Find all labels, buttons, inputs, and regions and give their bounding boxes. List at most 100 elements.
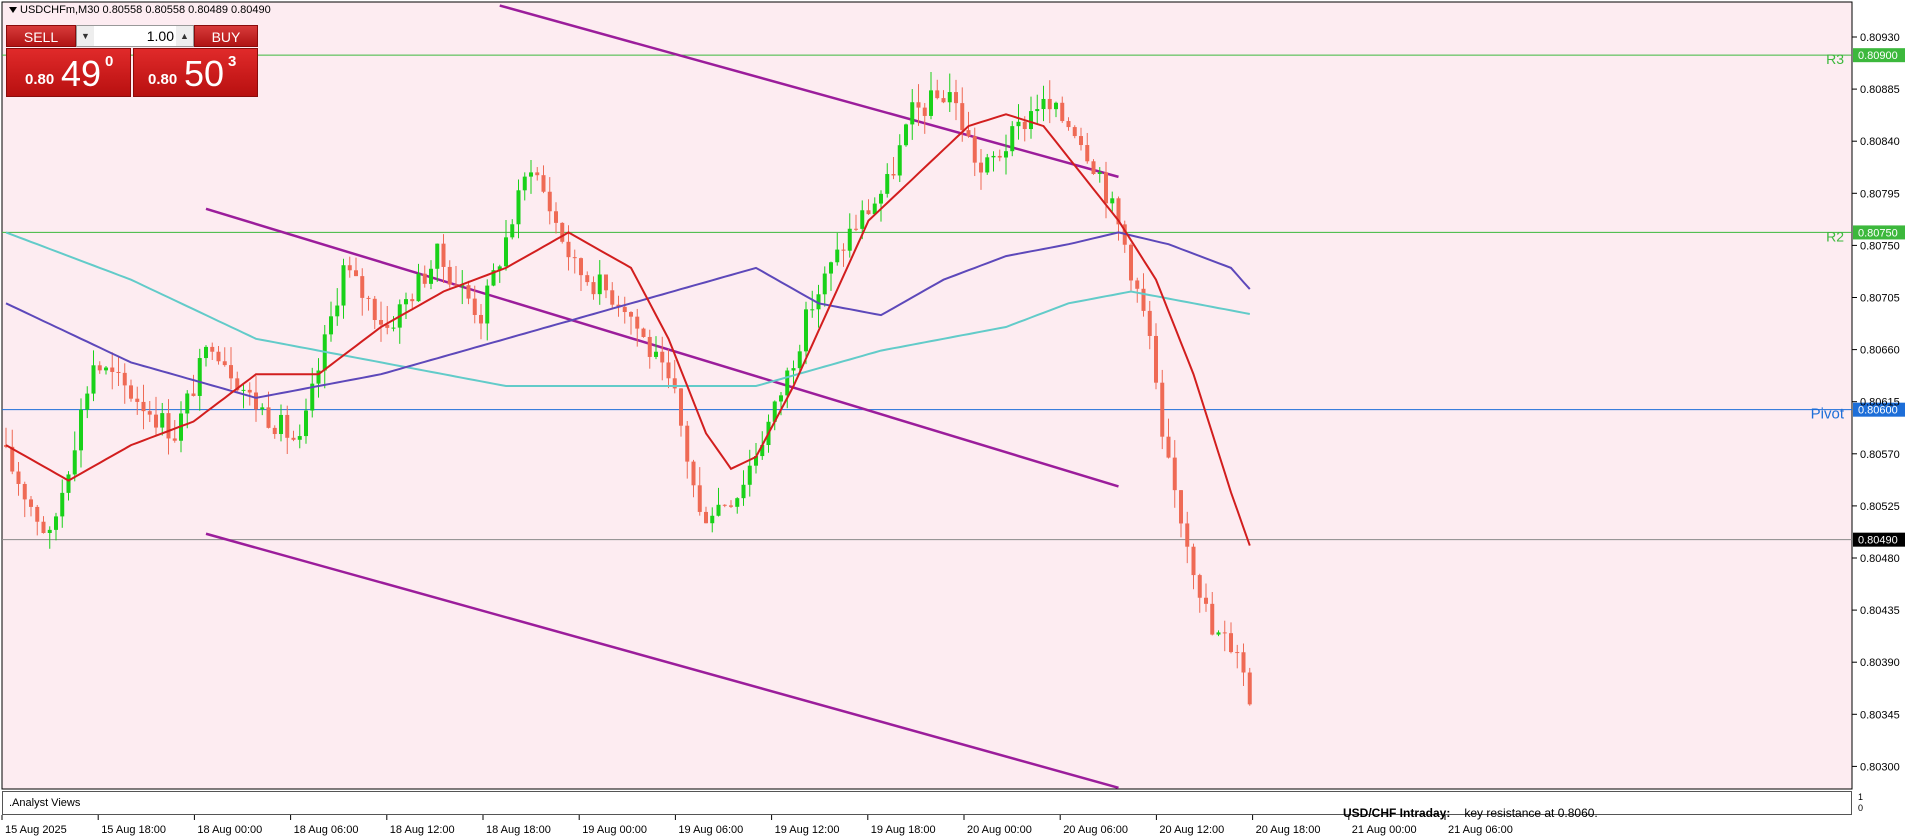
bear-candle (266, 407, 271, 428)
x-tick-label: 18 Aug 18:00 (486, 824, 551, 836)
bull-candle (829, 262, 833, 274)
bull-candle (1010, 126, 1015, 152)
symbol-triangle-icon (9, 7, 17, 14)
bear-candle (147, 411, 152, 415)
bear-candle (354, 270, 358, 277)
x-tick-label: 19 Aug 00:00 (582, 824, 647, 836)
bull-candle (185, 393, 190, 414)
bull-candle (297, 436, 302, 440)
bear-candle (97, 365, 102, 371)
bull-candle (104, 367, 108, 371)
level-price-label-r3: 0.80900 (1858, 50, 1898, 62)
chart-window[interactable]: 0.80900 0.80750 0.80600 0.80490 0.80930 0.808… (0, 0, 1916, 840)
bear-candle (129, 385, 133, 399)
bull-candle (904, 124, 908, 146)
bear-candle (641, 328, 646, 337)
bear-candle (247, 389, 252, 393)
bear-candle (1022, 121, 1027, 130)
x-tick-label: 19 Aug 06:00 (678, 824, 743, 836)
bull-candle (510, 224, 515, 238)
bull-candle (66, 474, 71, 493)
bear-candle (866, 210, 871, 215)
x-tick-label: 20 Aug 06:00 (1063, 824, 1128, 836)
x-tick-label: 21 Aug 00:00 (1352, 824, 1417, 836)
bear-candle (422, 273, 427, 284)
bull-candle (279, 414, 283, 435)
sell-button[interactable]: SELL (6, 25, 76, 47)
open-price: 0.80558 (102, 4, 143, 16)
bear-candle (560, 222, 565, 242)
bull-candle (91, 365, 96, 394)
price-chart[interactable]: 0.809000.807500.806000.804900.809300.808… (0, 0, 1916, 840)
indicator-subwindow[interactable]: .Analyst Views USD/CHF Intraday: key resi… (2, 791, 1852, 820)
bear-candle (922, 107, 927, 116)
sell-price-box[interactable]: 0.80 49 0 (6, 48, 131, 97)
ticker-title: USD/CHF Intraday: (1343, 806, 1451, 820)
y-tick-label: 0.80435 (1860, 605, 1900, 617)
level-name-r3: R3 (1826, 51, 1844, 67)
bull-candle (835, 249, 840, 263)
bear-candle (722, 504, 727, 506)
symbol-info-bar: USDCHFm,M30 0.80558 0.80558 0.80489 0.80… (9, 4, 271, 16)
bear-candle (1197, 575, 1202, 598)
lot-increase-icon[interactable]: ▲ (176, 26, 193, 46)
bear-candle (972, 136, 977, 163)
bear-candle (629, 312, 633, 317)
bear-candle (666, 362, 671, 379)
bull-candle (860, 210, 865, 229)
buy-button[interactable]: BUY (194, 25, 258, 47)
bull-candle (329, 316, 333, 335)
bull-candle (779, 395, 783, 402)
y-tick-label: 0.80615 (1860, 397, 1900, 409)
y-tick-label: 0.80570 (1860, 449, 1900, 461)
bear-candle (979, 162, 983, 173)
bear-candle (410, 299, 415, 302)
bear-candle (1047, 98, 1052, 110)
bear-candle (35, 506, 40, 522)
bull-candle (929, 90, 933, 116)
bull-candle (54, 516, 58, 530)
y-tick-label: 0.80480 (1860, 553, 1900, 565)
bear-candle (360, 276, 365, 298)
bear-candle (122, 372, 127, 386)
x-tick-label: 20 Aug 00:00 (967, 824, 1032, 836)
bull-candle (847, 228, 852, 251)
bear-candle (697, 485, 702, 512)
lot-size-input[interactable] (94, 28, 176, 44)
bear-candle (116, 371, 121, 373)
bull-candle (879, 193, 883, 204)
subwindow-scale-bottom: 0 (1858, 803, 1864, 813)
x-tick-label: 15 Aug 18:00 (101, 824, 166, 836)
bear-candle (216, 351, 221, 362)
x-tick-label: 15 Aug 2025 (5, 824, 67, 836)
bear-candle (191, 393, 196, 396)
bear-candle (154, 414, 158, 428)
bear-candle (1129, 244, 1133, 281)
bear-candle (622, 306, 627, 313)
bear-candle (366, 297, 371, 299)
bear-candle (29, 499, 33, 507)
bear-candle (579, 258, 583, 276)
y-tick-label: 0.80930 (1860, 32, 1900, 44)
bear-candle (447, 266, 452, 285)
lot-decrease-icon[interactable]: ▼ (77, 26, 94, 46)
buy-price-box[interactable]: 0.80 50 3 (133, 48, 258, 97)
bull-candle (735, 498, 740, 507)
y-tick-label: 0.80345 (1860, 709, 1900, 721)
bull-candle (897, 145, 902, 176)
buy-price-big: 50 (184, 53, 225, 94)
bull-candle (72, 450, 77, 475)
bear-candle (254, 392, 258, 410)
close-price: 0.80490 (231, 4, 271, 16)
bull-candle (885, 174, 890, 194)
bear-candle (1160, 382, 1165, 437)
bear-candle (1191, 546, 1196, 576)
x-tick-label: 21 Aug 06:00 (1448, 824, 1513, 836)
bear-candle (1072, 127, 1077, 137)
bear-candle (1166, 436, 1171, 458)
bull-candle (529, 172, 533, 177)
bear-candle (222, 361, 227, 366)
bull-candle (710, 515, 715, 524)
bull-candle (522, 176, 527, 191)
x-tick-label: 19 Aug 12:00 (775, 824, 840, 836)
